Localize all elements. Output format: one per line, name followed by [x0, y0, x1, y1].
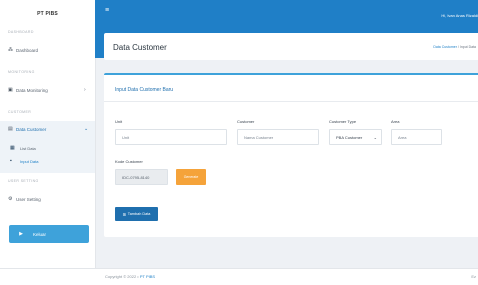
section-user-setting: USER SETTING	[8, 179, 39, 183]
unit-label: Unit	[115, 119, 123, 124]
add-data-label: Tambah Data	[127, 212, 151, 216]
footer-right-text: Ez	[471, 274, 476, 279]
chevron-down-icon: ⌄	[373, 134, 377, 140]
chevron-down-icon: ⌄	[84, 126, 89, 132]
page-header: Data Customer Data Customer / Input Data	[104, 33, 478, 60]
add-data-button[interactable]: ⊞ Tambah Data	[115, 207, 158, 221]
area-label: Area	[391, 119, 400, 124]
customer-label: Customer	[237, 119, 255, 124]
breadcrumb: Data Customer / Input Data	[433, 45, 476, 49]
copyright: Copyright © 2022 • PT PIBS	[105, 274, 155, 279]
gear-icon: ⚙	[8, 196, 13, 202]
generate-button[interactable]: Generate	[176, 169, 206, 185]
logout-icon: ▶	[19, 231, 23, 237]
section-monitoring: MONITORING	[8, 70, 35, 74]
monitor-icon: ▣	[8, 87, 13, 93]
customer-type-label: Customer Type	[329, 119, 357, 124]
input-form-card: Input Data Customer Baru Unit Unit Custo…	[104, 73, 478, 237]
company-link[interactable]: PT PIBS	[140, 274, 155, 279]
section-customer: CUSTOMER	[8, 110, 32, 114]
list-icon: ▦	[10, 145, 15, 151]
footer	[0, 268, 478, 285]
sidebar-item-label: Data Monitoring	[16, 87, 48, 93]
logout-button[interactable]: ▶ Keluar	[9, 225, 89, 243]
chevron-right-icon: ›	[84, 87, 86, 93]
dashboard-icon: ⁂	[8, 47, 13, 53]
sidebar-subitem-list-data[interactable]: ▦ List Data	[10, 145, 36, 151]
sidebar-item-dashboard[interactable]: ⁂ Dashboard	[8, 47, 38, 53]
user-greeting[interactable]: Hi, Ivan Anas Rizaldi	[441, 13, 478, 18]
input-icon: ▪	[10, 158, 12, 164]
user-list-icon: ▤	[8, 126, 13, 132]
customer-input[interactable]: Nama Customer	[237, 129, 319, 145]
sidebar: PT PIBS DASHBOARD ⁂ Dashboard MONITORING…	[0, 0, 96, 268]
area-input[interactable]: Area	[391, 129, 442, 145]
sidebar-item-label: Dashboard	[16, 47, 39, 53]
sidebar-item-label: Data Customer	[16, 126, 47, 132]
divider	[104, 101, 478, 102]
sidebar-item-data-monitoring[interactable]: ▣ Data Monitoring ›	[8, 87, 92, 93]
customer-type-value: PBA Customer	[336, 134, 363, 140]
subitem-label: Input Data	[20, 158, 39, 164]
section-dashboard: DASHBOARD	[8, 30, 34, 34]
sidebar-brand: PT PIBS	[37, 11, 58, 17]
sidebar-item-data-customer[interactable]: ▤ Data Customer ⌄	[8, 126, 92, 132]
breadcrumb-parent[interactable]: Data Customer	[433, 45, 457, 49]
kode-customer-field: IDC-0795-8140	[115, 169, 168, 185]
copyright-text: Copyright © 2022 •	[105, 274, 139, 279]
kode-customer-label: Kode Customer	[115, 159, 143, 164]
form-title: Input Data Customer Baru	[115, 87, 174, 93]
add-icon: ⊞	[122, 212, 126, 217]
breadcrumb-separator: /	[457, 45, 459, 49]
subitem-label: List Data	[20, 145, 36, 151]
breadcrumb-current: Input Data	[459, 45, 476, 49]
sidebar-item-user-setting[interactable]: ⚙ User Setting	[8, 196, 41, 202]
page-title: Data Customer	[113, 43, 167, 52]
customer-type-select[interactable]: PBA Customer ⌄	[329, 129, 382, 145]
logout-label: Keluar	[33, 231, 47, 237]
topbar: ≡ Hi, Ivan Anas Rizaldi	[95, 0, 478, 28]
unit-field[interactable]: Unit	[115, 129, 227, 145]
sidebar-item-label: User Setting	[16, 196, 41, 202]
hamburger-icon[interactable]: ≡	[105, 7, 109, 14]
sidebar-subitem-input-data[interactable]: ▪ Input Data	[10, 158, 38, 164]
